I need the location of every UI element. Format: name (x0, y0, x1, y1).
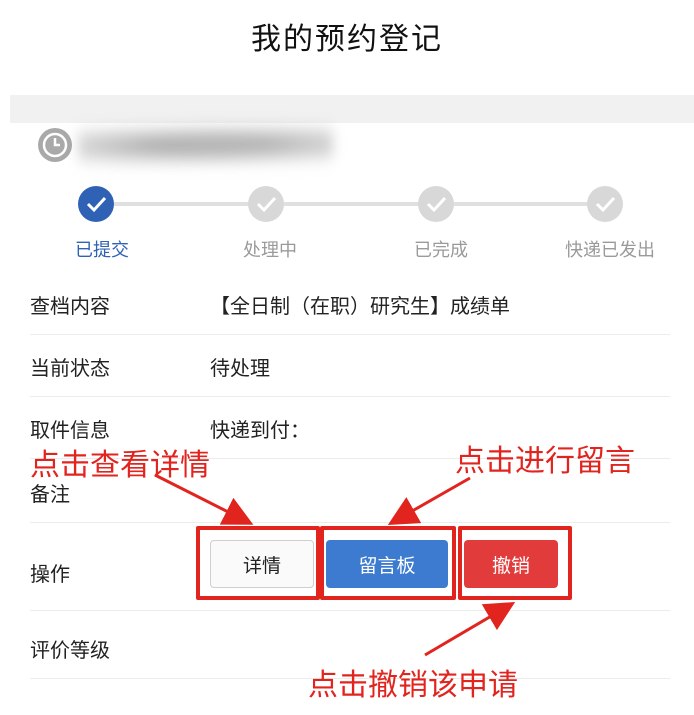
arrow-to-message (387, 476, 471, 525)
annotation-arrows (154, 473, 516, 657)
arrow-to-cancel (424, 601, 516, 657)
arrow-to-detail (154, 473, 254, 525)
